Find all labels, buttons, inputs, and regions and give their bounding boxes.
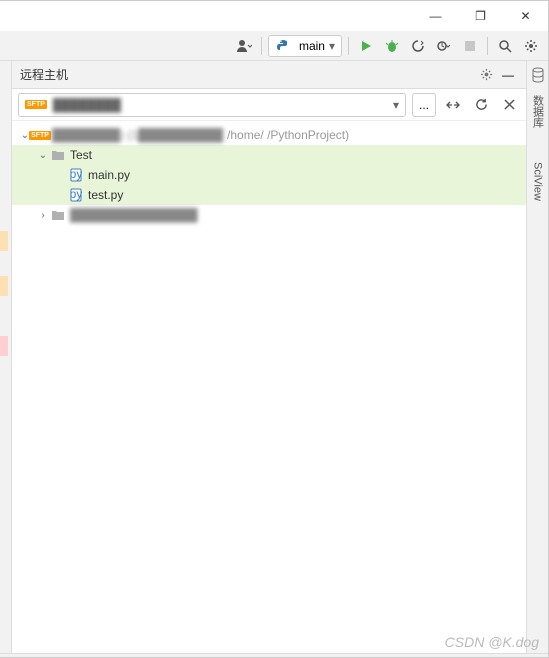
gutter-marker [0,276,8,296]
panel-settings-button[interactable] [476,65,496,85]
folder-icon [50,207,66,223]
database-icon[interactable] [531,67,545,83]
profile-button[interactable] [433,35,455,57]
python-file-icon: py [68,167,84,183]
python-file-icon: py [68,187,84,203]
chevron-down-icon[interactable]: ⌄ [36,150,50,161]
svg-text:py: py [70,188,82,201]
settings-button[interactable] [520,35,542,57]
maximize-button[interactable]: ❐ [458,1,503,31]
chevron-right-icon[interactable]: › [36,210,50,221]
separator [348,37,349,55]
sftp-icon: SFTP [25,100,47,109]
search-button[interactable] [494,35,516,57]
tree-file-main-py[interactable]: py main.py [12,165,526,185]
host-selector-bar: SFTP ████████ ▾ ... [12,89,526,121]
coverage-button[interactable] [407,35,429,57]
close-button[interactable]: ✕ [503,1,548,31]
gutter-marker [0,231,8,251]
status-bar [0,653,548,657]
file-label: test.py [88,188,123,202]
right-sidebar: 数据库 SciView [526,61,548,653]
debug-button[interactable] [381,35,403,57]
separator [487,37,488,55]
stop-button[interactable] [459,35,481,57]
host-name-blurred: ████████ [53,98,121,112]
python-icon [275,38,291,54]
user-menu-button[interactable] [233,35,255,57]
minimize-button[interactable]: — [413,1,458,31]
root-name-blurred: ████████) (1██████████ [52,128,223,142]
tree-folder-other[interactable]: › ███████████████ [12,205,526,225]
run-config-selector[interactable]: main ▾ [268,35,342,57]
file-label: main.py [88,168,130,182]
main-toolbar: main ▾ [0,31,548,61]
file-tree[interactable]: ⌄ SFTP ████████) (1██████████ /home/ /Py… [12,121,526,653]
collapse-button[interactable] [442,94,464,116]
sidebar-tab-sciview[interactable]: SciView [530,158,546,205]
panel-hide-button[interactable]: — [498,65,518,85]
run-config-label: main [299,39,325,53]
refresh-button[interactable] [470,94,492,116]
folder-label: Test [70,148,92,162]
left-gutter [0,61,12,653]
root-path: /home/ /PythonProject) [227,128,349,142]
run-button[interactable] [355,35,377,57]
sidebar-tab-database[interactable]: 数据库 [528,91,548,132]
close-tab-button[interactable] [498,94,520,116]
tree-root[interactable]: ⌄ SFTP ████████) (1██████████ /home/ /Py… [12,125,526,145]
chevron-down-icon: ▾ [393,98,399,112]
gutter-marker [0,336,8,356]
tree-folder-test[interactable]: ⌄ Test [12,145,526,165]
tree-file-test-py[interactable]: py test.py [12,185,526,205]
separator [261,37,262,55]
host-dropdown[interactable]: SFTP ████████ ▾ [18,93,406,117]
panel-header: 远程主机 — [12,61,526,89]
svg-text:py: py [70,168,82,181]
folder-label-blurred: ███████████████ [70,208,198,222]
sftp-icon: SFTP [29,131,51,140]
folder-icon [50,147,66,163]
remote-host-panel: 远程主机 — SFTP ████████ ▾ ... [12,61,526,653]
chevron-down-icon: ▾ [329,39,335,53]
more-button[interactable]: ... [412,93,436,117]
panel-title: 远程主机 [20,66,474,83]
window-titlebar: — ❐ ✕ [0,1,548,31]
